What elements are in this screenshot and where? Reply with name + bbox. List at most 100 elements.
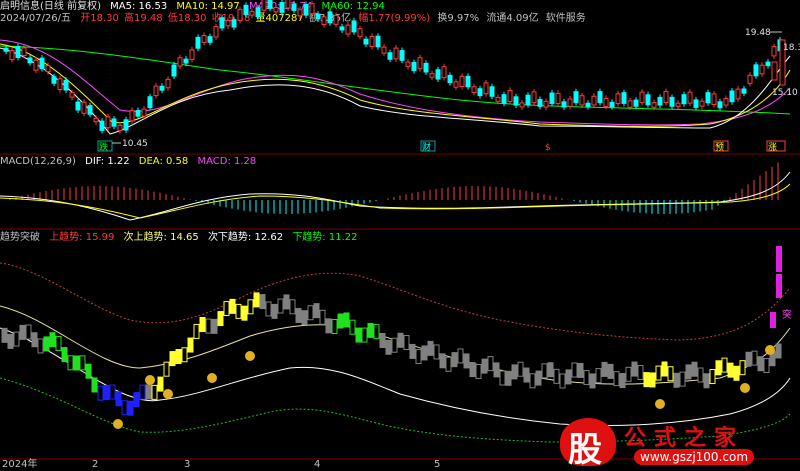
trend-block <box>133 392 140 408</box>
candle <box>39 57 45 70</box>
trend-block <box>547 362 554 378</box>
candle <box>453 81 459 88</box>
trend-block <box>91 377 98 393</box>
candle <box>717 101 723 109</box>
candle <box>555 92 561 105</box>
breakout-tag: 突 <box>782 308 792 321</box>
trend-block <box>289 299 296 315</box>
trend-block <box>103 385 110 401</box>
candle <box>399 50 405 61</box>
candle <box>669 96 675 107</box>
candle <box>741 88 747 94</box>
trend-block <box>211 318 218 334</box>
candle <box>639 91 645 104</box>
trend-block <box>13 331 20 347</box>
trend-block <box>361 327 368 343</box>
trend-block <box>7 333 14 349</box>
trend-block <box>265 301 272 317</box>
candle <box>243 4 249 16</box>
candle <box>351 20 357 33</box>
trend-block <box>625 366 632 382</box>
trend-block <box>721 357 728 373</box>
candle <box>219 17 225 29</box>
trend-block <box>661 361 668 377</box>
trend-block <box>487 356 494 372</box>
trend-block <box>55 335 62 351</box>
candle <box>225 20 231 27</box>
candle <box>459 75 465 87</box>
candle <box>573 91 579 104</box>
trend-block <box>31 332 38 348</box>
trend-block <box>691 361 698 377</box>
candle <box>579 95 585 106</box>
candle <box>123 119 129 131</box>
trend-block <box>649 372 656 388</box>
trend-block <box>355 327 362 343</box>
candle <box>711 93 717 105</box>
candle <box>381 46 387 54</box>
trend-block <box>475 363 482 379</box>
candle <box>63 79 69 91</box>
trend-block <box>553 368 560 384</box>
trend-block <box>223 301 230 317</box>
trend-block <box>757 356 764 372</box>
trend-block <box>283 294 290 310</box>
trend-block <box>127 400 134 416</box>
candle <box>159 85 165 91</box>
trend-block <box>763 358 770 374</box>
candle <box>3 47 9 52</box>
candle <box>489 86 495 97</box>
candle <box>435 69 441 80</box>
trend-block <box>499 370 506 386</box>
trend-block <box>403 335 410 351</box>
trend-block <box>613 371 620 387</box>
candle <box>477 88 483 97</box>
candle <box>267 0 273 9</box>
trend-block <box>565 369 572 385</box>
candle <box>495 96 501 102</box>
candle <box>177 57 183 67</box>
candle <box>345 24 351 35</box>
trend-block <box>511 364 518 380</box>
candle <box>687 91 693 104</box>
candle <box>729 90 735 103</box>
candle <box>597 91 603 104</box>
candle <box>471 86 477 93</box>
trend-block <box>541 363 548 379</box>
trend-block <box>259 294 266 310</box>
candle <box>753 64 759 77</box>
candle <box>531 91 537 104</box>
candle <box>723 98 729 106</box>
trend-block <box>19 324 26 340</box>
trend-block <box>187 337 194 353</box>
candle <box>465 75 471 88</box>
candle <box>513 96 519 106</box>
candle <box>363 38 369 45</box>
candle <box>519 102 525 108</box>
candle <box>663 91 669 103</box>
trend-block <box>109 384 116 400</box>
candle <box>771 46 777 57</box>
candle <box>657 96 663 106</box>
candle <box>45 65 51 73</box>
trend-block <box>445 356 452 372</box>
trend-block <box>517 361 524 377</box>
trend-block <box>667 366 674 382</box>
candle <box>99 120 105 131</box>
trend-block <box>715 360 722 376</box>
trend-block <box>163 361 170 377</box>
candle <box>189 49 195 60</box>
candle <box>699 100 705 107</box>
candle <box>33 59 39 71</box>
candle <box>369 36 375 48</box>
trend-block <box>685 364 692 380</box>
candle <box>69 92 75 98</box>
trend-block <box>193 323 200 339</box>
candle <box>537 99 543 107</box>
candle <box>747 74 753 84</box>
candle <box>141 108 147 117</box>
trend-block <box>121 400 128 416</box>
trend-block <box>751 350 758 366</box>
candle <box>423 62 429 73</box>
trend-block <box>157 376 164 392</box>
